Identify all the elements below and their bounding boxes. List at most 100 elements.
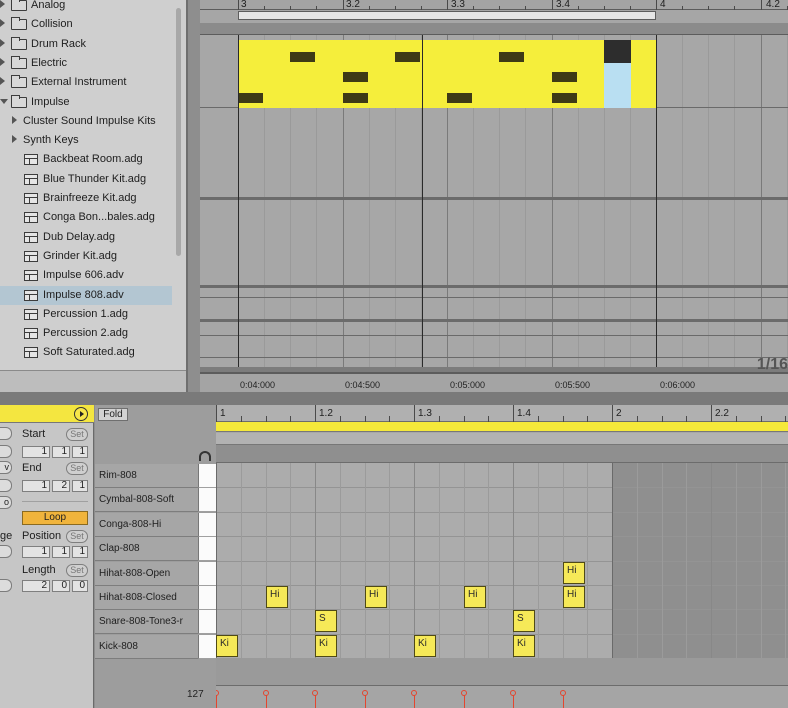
browser-item[interactable]: Synth Keys bbox=[0, 131, 172, 150]
start-set-button[interactable]: Set bbox=[66, 428, 88, 441]
arrangement-loop-brace[interactable] bbox=[238, 11, 656, 20]
chevron-right-icon[interactable] bbox=[0, 77, 5, 86]
drum-pad-row[interactable]: Clap-808 bbox=[95, 537, 198, 562]
midi-note[interactable]: Hi bbox=[365, 586, 387, 608]
browser-item[interactable]: Conga Bon...bales.adg bbox=[0, 208, 172, 227]
clip-control-edge[interactable] bbox=[0, 445, 12, 458]
midi-note[interactable]: S bbox=[513, 610, 535, 632]
browser-item[interactable]: Brainfreeze Kit.adg bbox=[0, 189, 172, 208]
end-set-button[interactable]: Set bbox=[66, 462, 88, 475]
browser-item[interactable]: Percussion 1.adg bbox=[0, 305, 172, 324]
velocity-handle[interactable] bbox=[263, 690, 269, 696]
length-beat-field[interactable]: 0 bbox=[52, 580, 70, 592]
drum-pad-row[interactable]: Kick-808 bbox=[95, 634, 198, 659]
browser-item[interactable]: External Instrument bbox=[0, 73, 172, 92]
browser-item[interactable]: Electric bbox=[0, 54, 172, 73]
drum-pad-row[interactable]: Snare-808-Tone3-r bbox=[95, 610, 198, 635]
pad-key[interactable] bbox=[198, 586, 216, 610]
length-set-button[interactable]: Set bbox=[66, 564, 88, 577]
velocity-handle[interactable] bbox=[362, 690, 368, 696]
loop-toggle-button[interactable]: Loop bbox=[22, 511, 88, 525]
drum-pad-row[interactable]: Hihat-808-Open bbox=[95, 561, 198, 586]
arrangement-beat-ruler[interactable]: 3 3.2 3.3 3.4 4 4.2 bbox=[200, 0, 788, 10]
arrangement-lanes[interactable] bbox=[200, 35, 788, 367]
velocity-handle[interactable] bbox=[411, 690, 417, 696]
velocity-handle[interactable] bbox=[560, 690, 566, 696]
position-sixteenth-field[interactable]: 1 bbox=[72, 546, 88, 558]
chevron-down-icon[interactable] bbox=[0, 98, 8, 104]
chevron-right-icon[interactable] bbox=[0, 38, 5, 47]
position-beat-field[interactable]: 1 bbox=[52, 546, 70, 558]
midi-note[interactable]: S bbox=[315, 610, 337, 632]
arrangement-time-ruler[interactable]: 0:04:000 0:04:500 0:05:000 0:05:500 0:06… bbox=[200, 372, 788, 392]
pad-key[interactable] bbox=[198, 561, 216, 586]
midi-note[interactable]: Ki bbox=[513, 635, 535, 657]
midi-clip[interactable] bbox=[238, 40, 656, 108]
clip-control-edge[interactable]: o bbox=[0, 496, 12, 509]
midi-loop-markers[interactable] bbox=[216, 433, 788, 445]
browser-item[interactable]: Cluster Sound Impulse Kits bbox=[0, 112, 172, 131]
drum-pad-row[interactable]: Conga-808-Hi bbox=[95, 512, 198, 537]
velocity-lane[interactable] bbox=[216, 685, 788, 708]
start-sixteenth-field[interactable]: 1 bbox=[72, 446, 88, 458]
clip-control-edge[interactable] bbox=[0, 579, 12, 592]
chevron-right-icon[interactable] bbox=[12, 115, 17, 124]
browser-item[interactable]: Blue Thunder Kit.adg bbox=[0, 170, 172, 189]
clip-control-edge[interactable] bbox=[0, 545, 12, 558]
browser-item[interactable]: Impulse 808.adv bbox=[0, 285, 172, 305]
note-grid[interactable]: Ki Hi S Ki Hi Ki Hi S Ki Hi Hi bbox=[216, 463, 788, 658]
midi-note[interactable]: Ki bbox=[315, 635, 337, 657]
drum-pad-row[interactable]: Hihat-808-Closed bbox=[95, 586, 198, 610]
browser-item[interactable]: Backbeat Room.adg bbox=[0, 150, 172, 169]
browser-scrollbar[interactable] bbox=[176, 8, 181, 256]
chevron-right-icon[interactable] bbox=[0, 57, 5, 66]
velocity-handle[interactable] bbox=[510, 690, 516, 696]
chevron-right-icon[interactable] bbox=[0, 19, 5, 28]
midi-note[interactable]: Ki bbox=[216, 635, 238, 657]
start-beat-field[interactable]: 1 bbox=[52, 446, 70, 458]
end-sixteenth-field[interactable]: 1 bbox=[72, 480, 88, 492]
midi-beat-ruler[interactable]: 1 1.2 1.3 1.4 2 2.2 bbox=[216, 405, 788, 422]
pad-key[interactable] bbox=[198, 512, 216, 537]
fold-button[interactable]: Fold bbox=[98, 408, 128, 421]
position-bar-field[interactable]: 1 bbox=[22, 546, 50, 558]
pad-key[interactable] bbox=[198, 488, 216, 513]
midi-scrub-area[interactable] bbox=[216, 445, 788, 463]
start-bar-field[interactable]: 1 bbox=[22, 446, 50, 458]
position-set-button[interactable]: Set bbox=[66, 530, 88, 543]
length-sixteenth-field[interactable]: 0 bbox=[72, 580, 88, 592]
browser-item[interactable]: Percussion 2.adg bbox=[0, 324, 172, 343]
end-beat-field[interactable]: 2 bbox=[52, 480, 70, 492]
midi-note-editor[interactable]: 1 1.2 1.3 1.4 2 2.2 Ki Hi S Ki Hi Ki Hi S Ki Hi Hi bbox=[216, 405, 788, 708]
midi-loop-bar[interactable] bbox=[216, 422, 788, 432]
clip-header[interactable] bbox=[0, 405, 94, 423]
view-divider[interactable] bbox=[0, 392, 788, 405]
velocity-handle[interactable] bbox=[461, 690, 467, 696]
headphones-icon[interactable] bbox=[199, 451, 211, 461]
launch-icon[interactable] bbox=[74, 407, 88, 421]
browser-item[interactable]: Impulse 606.adv bbox=[0, 266, 172, 285]
browser-item[interactable]: Impulse bbox=[0, 93, 172, 112]
pad-key[interactable] bbox=[198, 537, 216, 562]
clip-control-edge[interactable] bbox=[0, 427, 12, 440]
browser-item[interactable]: Analog bbox=[0, 0, 172, 15]
velocity-handle[interactable] bbox=[312, 690, 318, 696]
pad-key[interactable] bbox=[198, 464, 216, 488]
velocity-handle[interactable] bbox=[216, 690, 219, 696]
midi-note[interactable]: Hi bbox=[563, 586, 585, 608]
chevron-right-icon[interactable] bbox=[12, 135, 17, 144]
clip-control-edge[interactable]: v bbox=[0, 461, 12, 474]
browser-item[interactable]: Soft Saturated.adg bbox=[0, 343, 172, 362]
drum-pad-row[interactable]: Rim-808 bbox=[95, 464, 198, 488]
chevron-right-icon[interactable] bbox=[0, 0, 5, 8]
browser-item[interactable]: Grinder Kit.adg bbox=[0, 247, 172, 266]
browser-item[interactable]: Collision bbox=[0, 15, 172, 34]
midi-note[interactable]: Ki bbox=[414, 635, 436, 657]
midi-note[interactable]: Hi bbox=[563, 562, 585, 584]
drum-pad-row[interactable]: Cymbal-808-Soft bbox=[95, 488, 198, 513]
pad-key[interactable] bbox=[198, 610, 216, 635]
browser-item[interactable]: Drum Rack bbox=[0, 35, 172, 54]
arrangement-view[interactable]: 3 3.2 3.3 3.4 4 4.2 1/16 0:04:000 0:04:5… bbox=[200, 0, 788, 392]
end-bar-field[interactable]: 1 bbox=[22, 480, 50, 492]
browser-item[interactable]: Dub Delay.adg bbox=[0, 228, 172, 247]
